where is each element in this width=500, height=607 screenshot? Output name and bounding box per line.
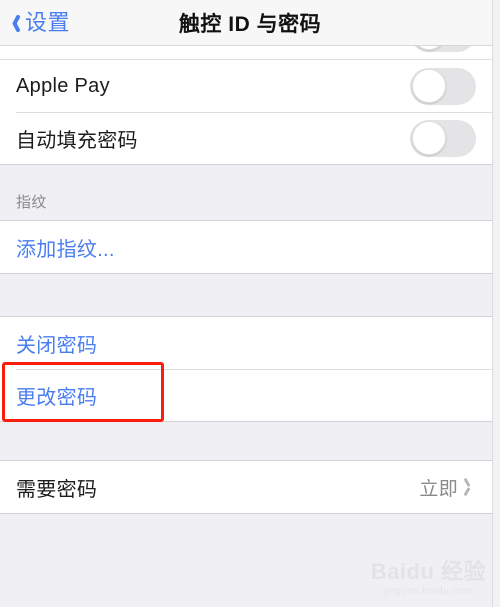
section-touchid-usage: Apple Pay 自动填充密码 (0, 46, 492, 165)
toggle-clipped[interactable] (410, 46, 476, 52)
toggle-autofill-password[interactable] (410, 119, 476, 157)
toggle-apple-pay[interactable] (410, 67, 476, 105)
toggle-knob (411, 69, 446, 103)
row-label-require-passcode: 需要密码 (16, 478, 98, 501)
settings-list[interactable]: Apple Pay 自动填充密码 指纹 添加指纹... 关闭密码 更改密码 需要… (0, 46, 492, 607)
table-row-add-fingerprint[interactable]: 添加指纹... (0, 221, 492, 273)
table-row-require-passcode[interactable]: 需要密码 立即 (0, 461, 492, 513)
toggle-knob (411, 121, 446, 155)
table-row-change-passcode[interactable]: 更改密码 (0, 369, 492, 421)
page-title: 触控 ID 与密码 (178, 12, 322, 36)
chevron-right-icon (466, 478, 476, 496)
screenshot-edge-strip (492, 0, 500, 607)
row-label-add-fingerprint: 添加指纹... (16, 238, 115, 261)
row-label-change-passcode: 更改密码 (16, 386, 98, 409)
section-passcode-require: 需要密码 立即 (0, 460, 492, 514)
navigation-bar: 设置 触控 ID 与密码 (0, 0, 500, 46)
section-fingerprints: 添加指纹... (0, 220, 492, 274)
section-passcode-actions: 关闭密码 更改密码 (0, 316, 492, 422)
chevron-left-icon (8, 12, 22, 34)
toggle-knob (411, 46, 446, 50)
row-label-autofill-password: 自动填充密码 (16, 129, 138, 152)
table-row-apple-pay[interactable]: Apple Pay (0, 60, 492, 112)
table-row-turn-off-passcode[interactable]: 关闭密码 (0, 317, 492, 369)
settings-screen: 设置 触控 ID 与密码 Apple Pay 自动填充密码 指纹 添加指纹...… (0, 0, 500, 607)
section-header-fingerprints: 指纹 (16, 194, 47, 211)
back-button[interactable]: 设置 (0, 9, 71, 35)
row-label-apple-pay: Apple Pay (16, 74, 110, 97)
row-value-require-passcode: 立即 (419, 478, 458, 500)
row-label-turn-off-passcode: 关闭密码 (16, 334, 98, 357)
table-row-clipped[interactable] (0, 46, 492, 60)
back-button-label: 设置 (25, 9, 71, 35)
table-row-autofill-password[interactable]: 自动填充密码 (0, 112, 492, 164)
